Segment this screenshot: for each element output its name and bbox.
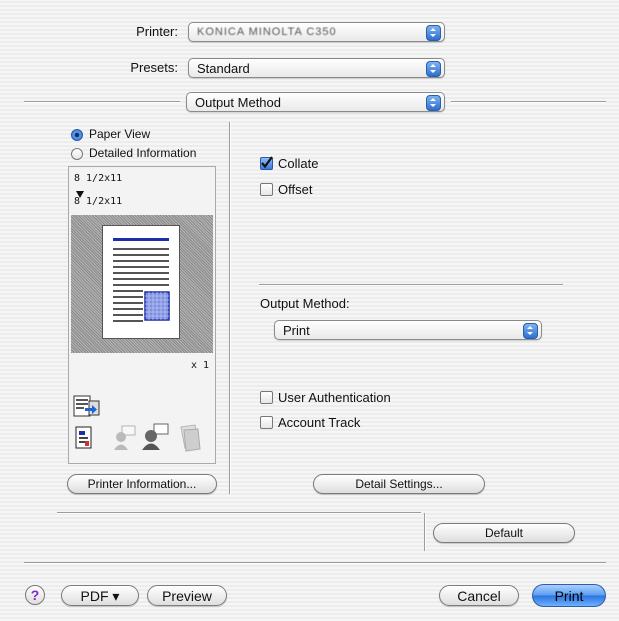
checkmark-icon: [261, 156, 273, 169]
output-tray-icon: [73, 395, 101, 422]
cancel-button[interactable]: Cancel: [439, 585, 519, 606]
popup-arrows-icon: [426, 95, 441, 111]
print-button[interactable]: Print: [532, 584, 606, 607]
detailed-info-radio[interactable]: [71, 148, 83, 160]
presets-value: Standard: [197, 61, 250, 76]
collate-checkbox[interactable]: [260, 156, 273, 170]
paper-size-bottom: 8 1/2x11: [74, 196, 123, 207]
output-method-label: Output Method:: [260, 296, 350, 311]
printer-value: KONICA MINOLTA C350: [197, 26, 337, 38]
offset-label: Offset: [278, 182, 313, 197]
divider: [57, 512, 421, 514]
detailed-info-label: Detailed Information: [89, 146, 197, 160]
stacked-pages-icon: [175, 423, 205, 456]
popup-arrows-icon: [426, 61, 441, 77]
output-method-popup[interactable]: Print: [274, 320, 542, 340]
printer-information-button[interactable]: Printer Information...: [67, 474, 217, 494]
printer-popup[interactable]: KONICA MINOLTA C350: [188, 22, 445, 42]
presets-label: Presets:: [130, 60, 178, 75]
account-track-label: Account Track: [278, 415, 361, 430]
detail-settings-label: Detail Settings...: [355, 477, 443, 491]
preview-button[interactable]: Preview: [147, 585, 227, 606]
printer-label: Printer:: [136, 24, 178, 39]
panel-popup[interactable]: Output Method: [186, 92, 445, 112]
copies-count: x 1: [190, 360, 209, 371]
pdf-label: PDF ▾: [80, 588, 120, 604]
default-label: Default: [484, 526, 524, 540]
pdf-menu-button[interactable]: PDF ▾: [61, 585, 139, 606]
collate-label: Collate: [278, 156, 319, 171]
divider: [24, 101, 180, 103]
print-label: Print: [554, 588, 584, 604]
vertical-divider: [424, 513, 426, 551]
popup-arrows-icon: [523, 323, 538, 339]
help-icon[interactable]: ?: [25, 585, 45, 605]
document-icon: [75, 426, 93, 453]
default-button[interactable]: Default: [433, 523, 575, 543]
printer-information-label: Printer Information...: [87, 477, 197, 491]
cancel-label: Cancel: [457, 588, 501, 604]
paper-preview-area: [71, 215, 213, 353]
paper-view-radio[interactable]: [71, 129, 83, 141]
user-authentication-label: User Authentication: [278, 390, 391, 405]
presets-popup[interactable]: Standard: [188, 58, 445, 78]
output-method-value: Print: [283, 323, 310, 338]
user-auth-icon: [113, 425, 137, 454]
popup-arrows-icon: [426, 25, 441, 41]
divider: [451, 101, 606, 103]
page-thumbnail: [102, 225, 180, 339]
divider: [24, 562, 606, 564]
panel-value: Output Method: [195, 95, 281, 110]
paper-view-label: Paper View: [89, 127, 151, 141]
paper-size-top: 8 1/2x11: [74, 173, 123, 184]
preview-label: Preview: [162, 588, 212, 604]
user-authentication-checkbox[interactable]: [260, 391, 273, 404]
account-track-icon: [141, 423, 171, 454]
paper-preview-panel: 8 1/2x11 8 1/2x11 x 1: [68, 166, 216, 464]
account-track-checkbox[interactable]: [260, 416, 273, 429]
help-glyph: ?: [30, 587, 40, 603]
detail-settings-button[interactable]: Detail Settings...: [313, 474, 485, 494]
offset-checkbox[interactable]: [260, 183, 273, 196]
vertical-divider: [229, 122, 231, 494]
page-content-icon: [113, 238, 170, 322]
divider: [259, 284, 563, 286]
